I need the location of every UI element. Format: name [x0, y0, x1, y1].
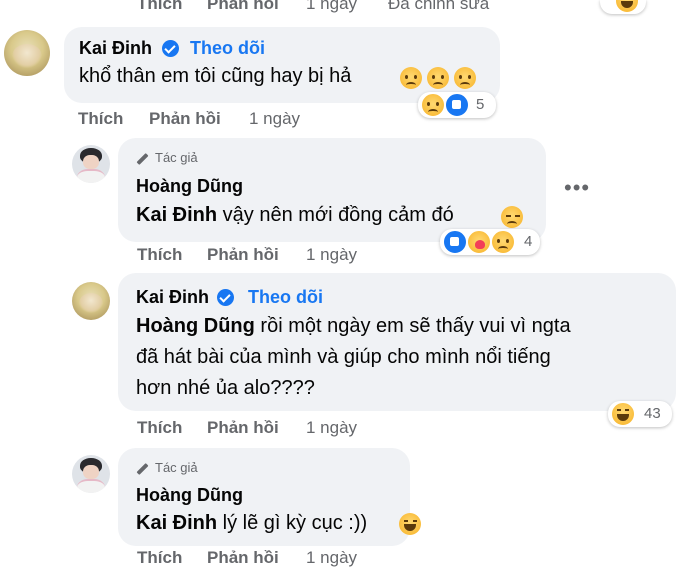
author-badge: Tác giả [136, 150, 198, 165]
pensive-emoji-icon [501, 206, 523, 228]
reaction-pill[interactable] [600, 0, 646, 14]
comment-time[interactable]: 1 ngày [249, 109, 300, 129]
more-options-icon[interactable]: ••• [564, 175, 590, 201]
like-action[interactable]: Thích [137, 418, 182, 438]
sad-emoji-icon [427, 67, 449, 89]
pen-icon [136, 462, 149, 475]
comment-text: Kai Đinh vậy nên mới đồng cảm đó [136, 204, 454, 226]
pen-icon [136, 152, 149, 165]
like-icon [444, 92, 470, 118]
comment-time[interactable]: 1 ngày [306, 0, 357, 14]
comment-time[interactable]: 1 ngày [306, 418, 357, 438]
sad-emoji-icon [454, 67, 476, 89]
comment-time[interactable]: 1 ngày [306, 245, 357, 265]
comment-text: Hoàng Dũng rồi một ngày em sẽ thấy vui v… [136, 315, 571, 399]
author-name[interactable]: Hoàng Dũng [136, 176, 243, 197]
sad-icon [490, 229, 516, 255]
reaction-count: 4 [524, 233, 533, 250]
mention-link[interactable]: Kai Đinh [136, 204, 217, 226]
comment-text: Kai Đinh lý lẽ gì kỳ cục :)) [136, 512, 368, 534]
reaction-summary[interactable]: 5 [418, 92, 496, 118]
edited-label: Đã chỉnh sửa [388, 0, 490, 13]
haha-icon [614, 0, 640, 14]
mention-link[interactable]: Hoàng Dũng [136, 315, 255, 337]
comment-time[interactable]: 1 ngày [306, 548, 357, 568]
reaction-summary[interactable]: 43 [608, 401, 672, 427]
avatar[interactable] [72, 282, 110, 320]
like-action[interactable]: Thích [137, 245, 182, 265]
sad-icon [420, 92, 446, 118]
verified-badge-icon [162, 40, 179, 57]
sad-emoji-icon [400, 67, 422, 89]
verified-badge-icon [217, 289, 234, 306]
mention-link[interactable]: Kai Đinh [136, 512, 217, 534]
like-action[interactable]: Thích [78, 109, 123, 129]
reply-action[interactable]: Phản hồi [207, 245, 279, 265]
author-badge: Tác giả [136, 460, 198, 475]
comment-bubble: Tác giả Hoàng Dũng Kai Đinh vậy nên mới … [118, 138, 546, 242]
reaction-count: 43 [644, 405, 661, 422]
avatar[interactable] [72, 455, 110, 493]
haha-icon [610, 401, 636, 427]
reply-action[interactable]: Phản hồi [207, 548, 279, 568]
avatar[interactable] [4, 30, 50, 76]
laughing-emoji-icon [399, 513, 421, 535]
avatar[interactable] [72, 145, 110, 183]
reply-action[interactable]: Phản hồi [149, 109, 221, 129]
author-name[interactable]: Hoàng Dũng [136, 485, 243, 506]
like-action[interactable]: Thích [137, 0, 182, 14]
like-icon [442, 229, 468, 255]
author-name[interactable]: Kai Đinh [79, 38, 152, 59]
comment-bubble: Tác giả Hoàng Dũng Kai Đinh lý lẽ gì kỳ … [118, 448, 410, 546]
follow-link[interactable]: Theo dõi [248, 287, 323, 308]
comment-bubble: Kai Đinh Theo dõi Hoàng Dũng rồi một ngà… [118, 273, 676, 411]
comment-text: khổ thân em tôi cũng hay bị hả [79, 65, 352, 87]
reply-action[interactable]: Phản hồi [207, 418, 279, 438]
reaction-summary[interactable]: 4 [440, 229, 540, 255]
follow-link[interactable]: Theo dõi [190, 38, 265, 59]
reply-action[interactable]: Phản hồi [207, 0, 279, 14]
author-name[interactable]: Kai Đinh [136, 287, 209, 308]
care-icon [466, 229, 492, 255]
like-action[interactable]: Thích [137, 548, 182, 568]
reaction-count: 5 [476, 96, 485, 113]
